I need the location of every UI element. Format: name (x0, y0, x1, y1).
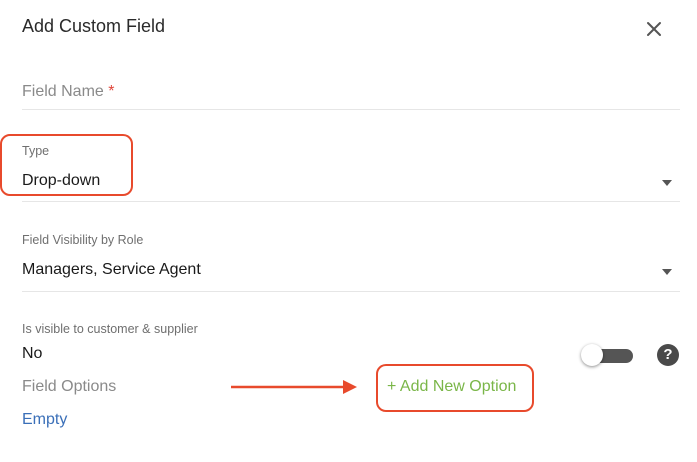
required-marker: * (108, 83, 115, 100)
field-name-label: Field Name (22, 83, 104, 100)
annotation-highlight-type (0, 134, 133, 196)
customer-supplier-value: No (22, 345, 43, 362)
caret-down-icon[interactable] (662, 180, 672, 186)
visibility-label: Field Visibility by Role (22, 233, 144, 247)
customer-supplier-label: Is visible to customer & supplier (22, 322, 198, 336)
toggle-knob (581, 344, 603, 366)
field-options-label: Field Options (22, 378, 117, 395)
close-icon[interactable] (644, 19, 664, 39)
caret-down-icon[interactable] (662, 269, 672, 275)
visibility-toggle[interactable] (581, 344, 634, 366)
dialog-title: Add Custom Field (22, 16, 166, 36)
visibility-select[interactable]: Managers, Service Agent (22, 261, 201, 279)
empty-options-link[interactable]: Empty (22, 411, 67, 429)
help-icon[interactable]: ? (657, 344, 679, 366)
annotation-arrow (231, 380, 357, 394)
divider (22, 291, 680, 292)
field-name-input[interactable]: Field Name * (22, 83, 115, 101)
divider (22, 109, 680, 110)
add-new-option-button[interactable]: + Add New Option (387, 378, 516, 396)
divider (22, 201, 680, 202)
